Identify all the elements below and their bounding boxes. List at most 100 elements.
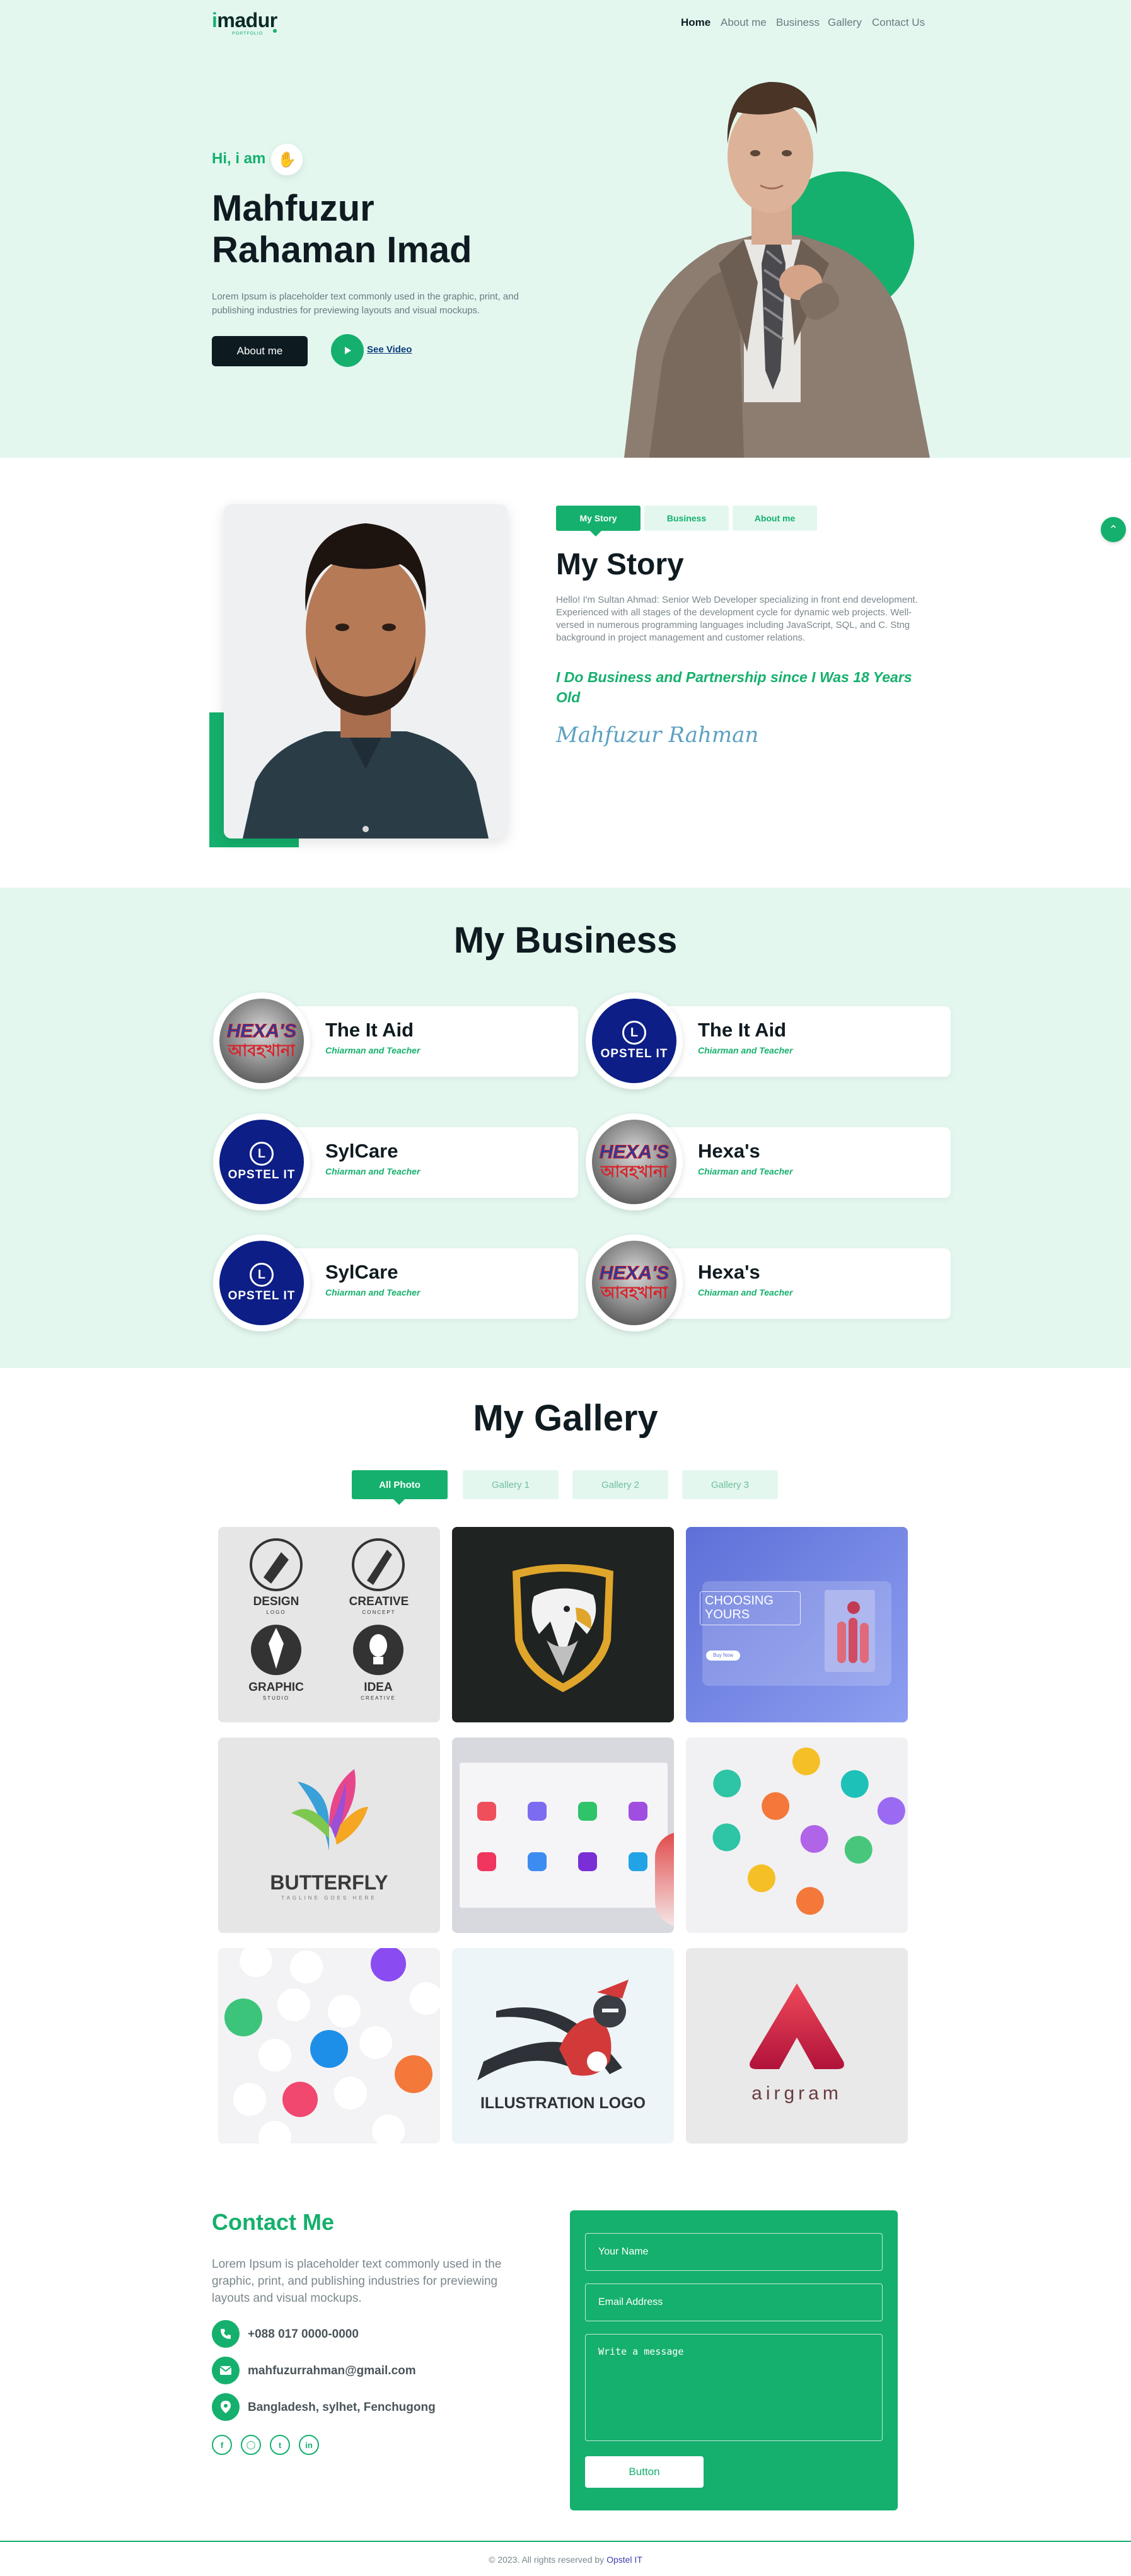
hero-name: Mahfuzur Rahaman Imad <box>212 188 472 270</box>
business-logo: HEXA'S আবহখানা <box>213 992 310 1089</box>
gallery-item-round-icons[interactable] <box>218 1948 440 2144</box>
contact-form: Your Name Email Address Write a message … <box>570 2210 898 2510</box>
phone-icon <box>212 2320 240 2348</box>
hero-description: Lorem Ipsum is placeholder text commonly… <box>212 291 519 316</box>
play-icon <box>345 347 351 354</box>
contact-text: Lorem Ipsum is placeholder text commonly… <box>212 2258 502 2305</box>
gallery-tab-1[interactable]: Gallery 1 <box>463 1470 559 1499</box>
gallery-item-airgram-logo[interactable]: airgram <box>686 1948 908 2144</box>
gallery-tab-2[interactable]: Gallery 2 <box>572 1470 668 1499</box>
gallery-item-colorful-icons[interactable] <box>686 1738 908 1933</box>
footer-brand-link[interactable]: Opstel IT <box>606 2555 642 2565</box>
logo-sub-idea: CREATIVE <box>361 1695 396 1701</box>
tab-about-me[interactable]: About me <box>733 506 817 531</box>
business-title: My Business <box>453 920 678 961</box>
submit-button[interactable]: Button <box>585 2456 704 2488</box>
gallery-item-butterfly-logo[interactable]: BUTTERFLY TAGLINE GOES HERE <box>218 1738 440 1933</box>
linkedin-icon[interactable]: in <box>299 2435 319 2455</box>
opstel-logo-icon: L OPSTEL IT <box>219 1241 304 1325</box>
play-video-button[interactable] <box>331 334 364 367</box>
logo-sub-design: LOGO <box>266 1610 286 1615</box>
about-me-button[interactable]: About me <box>212 336 308 366</box>
butterfly-icon <box>291 1769 368 1851</box>
hexas-logo-icon: HEXA'S আবহখানা <box>592 1120 676 1204</box>
chevron-up-icon: ⌃ <box>1108 523 1118 536</box>
hero-greeting: Hi, i am <box>212 150 266 167</box>
business-name: Hexa's <box>698 1261 760 1283</box>
story-quote: I Do Business and Partnership since I Wa… <box>556 669 912 705</box>
business-name: The It Aid <box>325 1019 414 1041</box>
business-role: Chiarman and Teacher <box>698 1166 793 1176</box>
see-video-link[interactable]: See Video <box>367 344 412 355</box>
logo-tagline: PORTFOLIO <box>232 32 264 36</box>
business-role: Chiarman and Teacher <box>325 1166 420 1176</box>
nav-home[interactable]: Home <box>681 16 710 29</box>
gallery-item-illustration-logo[interactable]: ILLUSTRATION LOGO <box>452 1948 674 2144</box>
mockup-line2: YOURS <box>705 1608 750 1622</box>
tab-pointer <box>590 531 601 537</box>
business-section: My Business HEXA'S আবহখানা The It Aid Chiar… <box>0 888 1131 1368</box>
logo-dot <box>273 29 277 33</box>
tab-my-story[interactable]: My Story <box>556 506 641 531</box>
nav-gallery[interactable]: Gallery <box>828 16 862 29</box>
scroll-to-top-button[interactable]: ⌃ <box>1101 517 1126 542</box>
airgram-title: airgram <box>751 2083 842 2104</box>
gallery-tab-pointer <box>393 1499 405 1505</box>
business-name: Hexa's <box>698 1140 760 1162</box>
location-pin-icon <box>212 2393 240 2421</box>
gallery-title: My Gallery <box>473 1398 658 1439</box>
colorful-icon-cluster <box>712 1747 905 1915</box>
butterfly-tagline: TAGLINE GOES HERE <box>281 1895 377 1901</box>
business-role: Chiarman and Teacher <box>698 1287 793 1297</box>
logo-sub-graphic: STUDIO <box>262 1695 290 1701</box>
business-role: Chiarman and Teacher <box>325 1287 420 1297</box>
email-field[interactable]: Email Address <box>585 2283 883 2321</box>
gallery-tab-all[interactable]: All Photo <box>352 1470 448 1499</box>
app-icon-grid <box>477 1802 647 1871</box>
twitter-icon[interactable]: t <box>270 2435 290 2455</box>
gallery-item-eagle-logo[interactable] <box>452 1527 674 1722</box>
hero-section: imadur PORTFOLIO Home About me Business … <box>0 0 1131 458</box>
email-icon <box>212 2357 240 2384</box>
business-name: SylCare <box>325 1140 398 1162</box>
message-field[interactable]: Write a message <box>585 2334 883 2441</box>
gallery-tab-3[interactable]: Gallery 3 <box>682 1470 778 1499</box>
facebook-icon[interactable]: f <box>212 2435 232 2455</box>
business-logo: HEXA'S আবহখানা <box>586 1234 683 1332</box>
profile-photo <box>224 504 508 838</box>
nav-about[interactable]: About me <box>721 16 767 29</box>
business-logo: L OPSTEL IT <box>213 1113 310 1210</box>
instagram-icon[interactable]: ◯ <box>241 2435 261 2455</box>
contact-address: Bangladesh, sylhet, Fenchugong <box>248 2401 436 2414</box>
gallery-item-logo-set[interactable]: DESIGN LOGO CREATIVE CONCEPT GRAPHIC STU… <box>218 1527 440 1722</box>
business-logo: HEXA'S আবহখানা <box>586 1113 683 1210</box>
mockup-sculpture-icon <box>825 1590 875 1672</box>
business-logo: L OPSTEL IT <box>213 1234 310 1332</box>
contact-email[interactable]: mahfuzurrahman@gmail.com <box>248 2364 416 2378</box>
story-text: Hello! I'm Sultan Ahmad: Senior Web Deve… <box>556 595 918 643</box>
waving-hand-icon: ✋ <box>271 144 303 175</box>
hexas-logo-icon: HEXA'S আবহখানা <box>592 1241 676 1325</box>
logo-word-graphic: GRAPHIC <box>248 1681 304 1694</box>
tab-business[interactable]: Business <box>644 506 729 531</box>
footer-copyright: © 2023. All rights reserved by Opstel IT <box>489 2555 642 2565</box>
app-icons-decoration <box>655 1832 674 1927</box>
contact-phone[interactable]: +088 017 0000-0000 <box>248 2328 359 2341</box>
signature: Mahfuzur Rahman <box>556 722 759 748</box>
illustration-logo-title: ILLUSTRATION LOGO <box>480 2094 646 2112</box>
footer-divider <box>0 2541 1131 2542</box>
gallery-item-web-mockup[interactable]: CHOOSING YOURS Buy Now <box>686 1527 908 1722</box>
gallery-item-app-icons[interactable] <box>452 1738 674 1933</box>
business-name: The It Aid <box>698 1019 787 1041</box>
business-name: SylCare <box>325 1261 398 1283</box>
nav-contact[interactable]: Contact Us <box>872 16 925 29</box>
logo-word-creative: CREATIVE <box>349 1595 409 1608</box>
opstel-logo-icon: L OPSTEL IT <box>219 1120 304 1204</box>
contact-title: Contact Me <box>212 2209 335 2235</box>
name-field[interactable]: Your Name <box>585 2233 883 2271</box>
logo-word-design: DESIGN <box>253 1595 299 1608</box>
nav-business[interactable]: Business <box>776 16 820 29</box>
hero-portrait <box>624 81 930 458</box>
hexas-logo-icon: HEXA'S আবহখানা <box>219 999 304 1083</box>
site-logo[interactable]: imadur <box>212 9 277 32</box>
